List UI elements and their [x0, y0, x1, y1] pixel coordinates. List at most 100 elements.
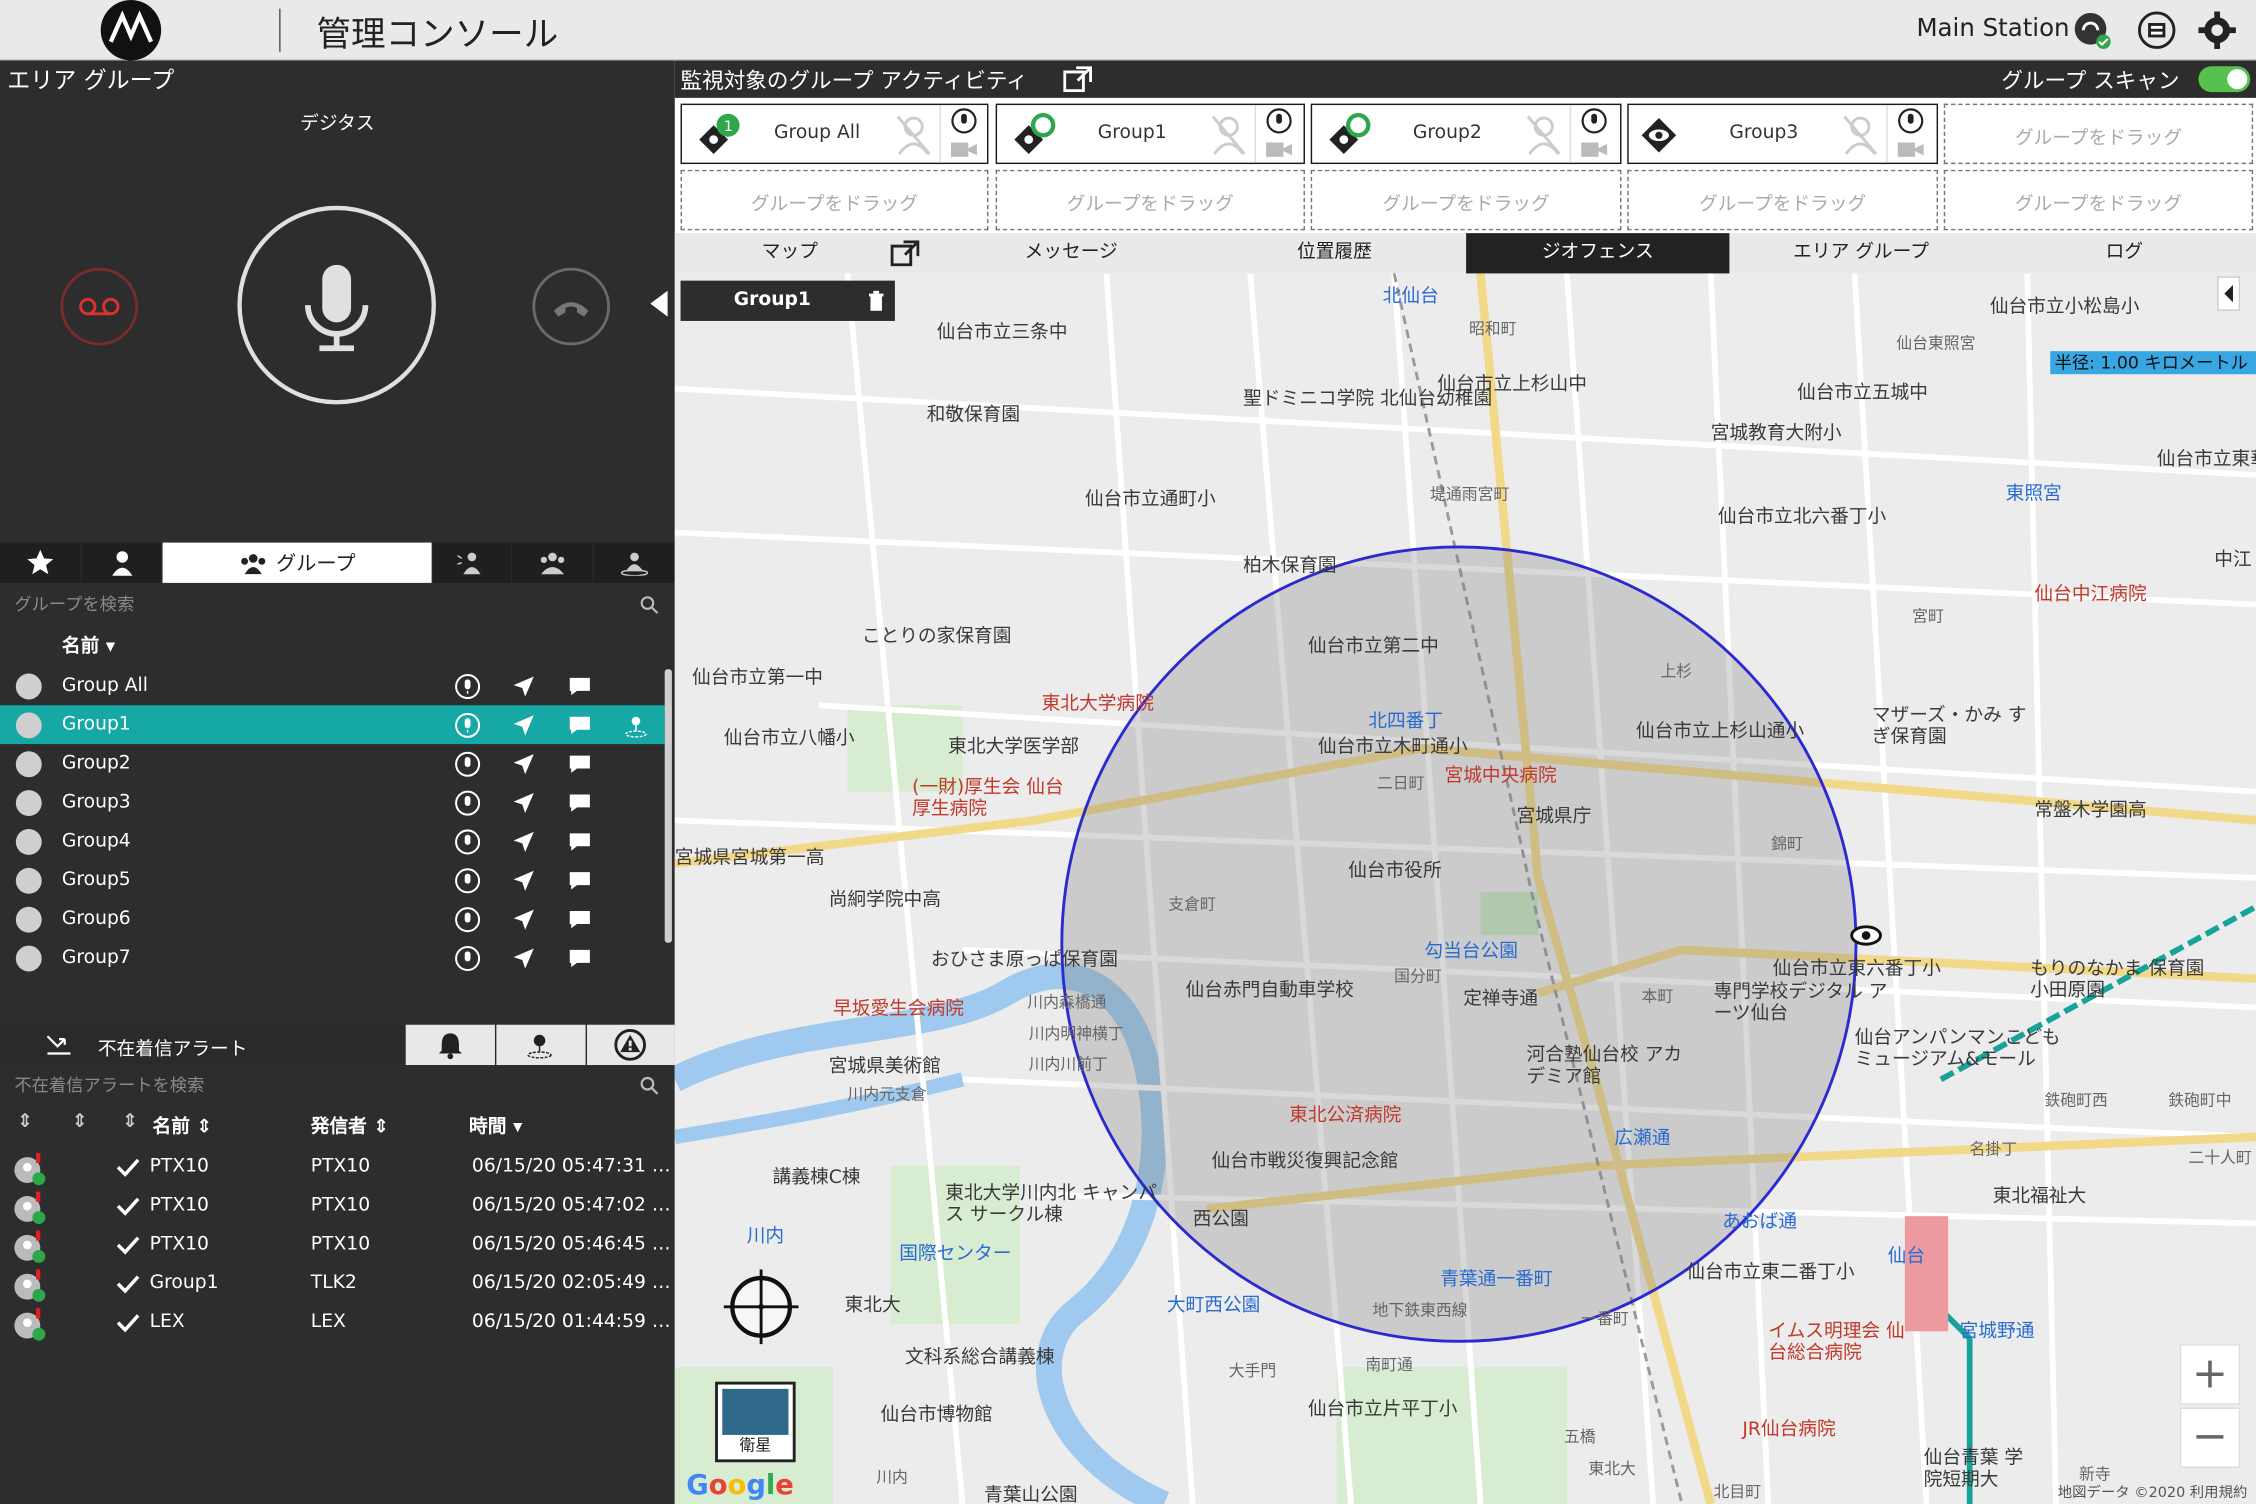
alert-search-input[interactable]: 不在着信アラートを検索 — [0, 1066, 675, 1103]
drop-slot[interactable]: グループをドラッグ — [995, 169, 1305, 231]
location-arrow-icon[interactable] — [511, 946, 537, 972]
message-icon[interactable] — [567, 674, 593, 700]
muted-person-icon[interactable] — [1525, 114, 1562, 157]
alert-row[interactable]: PTX10 PTX10 06/15/20 05:46:45 … — [0, 1226, 675, 1265]
location-arrow-icon[interactable] — [511, 829, 537, 855]
tab-warning-alerts[interactable] — [587, 1024, 675, 1066]
group-list-scrollbar[interactable] — [664, 669, 672, 943]
location-arrow-icon[interactable] — [511, 751, 537, 777]
settings-gear-icon[interactable] — [2197, 10, 2237, 50]
geofence-group-chip[interactable]: Group1 — [680, 280, 895, 321]
message-icon[interactable] — [567, 829, 593, 855]
alert-row[interactable]: LEX LEX 06/15/20 01:44:59 … — [0, 1304, 675, 1343]
group-row[interactable]: Group4 — [0, 822, 665, 861]
group-card[interactable]: Group2 — [1310, 103, 1622, 165]
collapse-panel-icon[interactable] — [650, 290, 668, 317]
group-card[interactable]: 1 Group All — [680, 103, 989, 165]
group-search-input[interactable]: グループを検索 — [0, 586, 675, 623]
zoom-in-button[interactable]: + — [2179, 1344, 2241, 1405]
ptt-mic-icon[interactable] — [455, 790, 481, 816]
ptt-mic-icon[interactable] — [455, 673, 481, 700]
message-icon[interactable] — [567, 868, 593, 894]
alert-row[interactable]: PTX10 PTX10 06/15/20 05:47:31 … — [0, 1149, 675, 1188]
group-row[interactable]: Group5 — [0, 861, 665, 900]
drop-slot[interactable]: グループをドラッグ — [1627, 169, 1939, 231]
sort-icon[interactable]: ⇕ — [72, 1111, 88, 1133]
group-card[interactable]: Group1 — [995, 103, 1305, 165]
popout-icon[interactable] — [1063, 66, 1093, 93]
group-row[interactable]: Group6 — [0, 900, 665, 939]
location-arrow-icon[interactable] — [511, 790, 537, 816]
location-arrow-icon[interactable] — [511, 907, 537, 933]
group-row-selected[interactable]: Group1 — [0, 705, 665, 745]
alert-col-sender[interactable]: 発信者 ⇕ — [311, 1111, 389, 1139]
message-icon[interactable] — [567, 790, 593, 816]
drop-slot[interactable]: グループをドラッグ — [1943, 169, 2254, 231]
video-icon[interactable] — [1265, 140, 1294, 160]
mic-icon[interactable] — [950, 108, 979, 134]
ptt-mic-icon[interactable] — [455, 868, 481, 894]
drop-slot[interactable]: グループをドラッグ — [1943, 103, 2254, 165]
alert-col-name[interactable]: 名前 ⇕ — [153, 1111, 213, 1139]
alert-row[interactable]: Group1 TLK2 06/15/20 02:05:49 … — [0, 1265, 675, 1304]
headset-status-icon[interactable] — [2072, 10, 2112, 50]
map-panel-toggle[interactable] — [2217, 276, 2241, 311]
video-icon[interactable] — [950, 140, 979, 160]
emergency-button[interactable] — [60, 267, 139, 346]
group-row[interactable]: Group2 — [0, 744, 665, 783]
alert-row[interactable]: PTX10 PTX10 06/15/20 05:47:02 … — [0, 1187, 675, 1226]
location-arrow-icon[interactable] — [511, 674, 537, 700]
mic-icon[interactable] — [1580, 108, 1609, 134]
mic-icon[interactable] — [1896, 108, 1925, 134]
tab-area-groups[interactable] — [594, 542, 675, 583]
ptt-mic-icon[interactable] — [455, 751, 481, 777]
ptt-mic-button[interactable] — [237, 205, 436, 405]
sort-icon[interactable]: ⇕ — [17, 1111, 33, 1133]
drop-slot[interactable]: グループをドラッグ — [680, 169, 989, 231]
message-icon[interactable] — [567, 907, 593, 933]
muted-person-icon[interactable] — [895, 114, 932, 157]
crosshair-icon[interactable] — [723, 1269, 799, 1345]
map-canvas[interactable]: Group1 半径: 1.00 キロメートル 北仙台 仙台市立三条中 昭和町 仙… — [674, 273, 2256, 1504]
search-icon[interactable] — [639, 594, 659, 614]
zoom-out-button[interactable]: − — [2179, 1407, 2241, 1469]
ptt-mic-icon[interactable] — [455, 829, 481, 855]
group-card[interactable]: Group3 — [1627, 103, 1939, 165]
popout-icon[interactable] — [890, 240, 920, 267]
tab-contacts[interactable] — [82, 542, 162, 583]
tab-messages[interactable]: メッセージ — [940, 233, 1203, 273]
console-icon[interactable] — [2137, 10, 2177, 50]
tab-missed-call-alerts[interactable]: 不在着信アラート — [0, 1024, 403, 1066]
tab-favorites[interactable] — [0, 542, 81, 583]
ptt-mic-icon[interactable] — [455, 712, 481, 738]
group-list-header[interactable]: 名前 ▾ — [62, 630, 115, 658]
tab-geofence-alerts[interactable] — [496, 1024, 586, 1066]
message-icon[interactable] — [567, 751, 593, 777]
trash-icon[interactable] — [868, 290, 885, 311]
tab-multigroup[interactable] — [512, 542, 593, 583]
tab-log[interactable]: ログ — [1993, 233, 2256, 273]
mic-icon[interactable] — [1265, 108, 1294, 134]
group-row[interactable]: Group3 — [0, 783, 665, 822]
group-row[interactable]: Group7 — [0, 938, 665, 977]
end-call-button[interactable] — [532, 267, 611, 346]
tab-emergency-alerts[interactable] — [405, 1024, 495, 1066]
ptt-mic-icon[interactable] — [455, 946, 481, 972]
message-icon[interactable] — [567, 946, 593, 972]
group-scan-toggle[interactable] — [2198, 66, 2251, 93]
ptt-mic-icon[interactable] — [455, 907, 481, 933]
tab-talkgroup-alerts[interactable] — [433, 542, 511, 583]
sort-icon[interactable]: ⇕ — [122, 1111, 138, 1133]
muted-person-icon[interactable] — [1210, 114, 1247, 157]
tab-map[interactable]: マップ — [675, 233, 905, 273]
geofence-pin-icon[interactable] — [623, 712, 649, 738]
tab-groups[interactable]: グループ — [162, 542, 432, 583]
message-icon[interactable] — [567, 712, 593, 738]
tab-location-history[interactable]: 位置履歴 — [1203, 233, 1466, 273]
search-icon[interactable] — [639, 1075, 659, 1095]
location-arrow-icon[interactable] — [511, 868, 537, 894]
muted-person-icon[interactable] — [1842, 114, 1879, 157]
location-arrow-icon[interactable] — [511, 712, 537, 738]
tab-area-groups[interactable]: エリア グループ — [1729, 233, 1992, 273]
drop-slot[interactable]: グループをドラッグ — [1310, 169, 1622, 231]
